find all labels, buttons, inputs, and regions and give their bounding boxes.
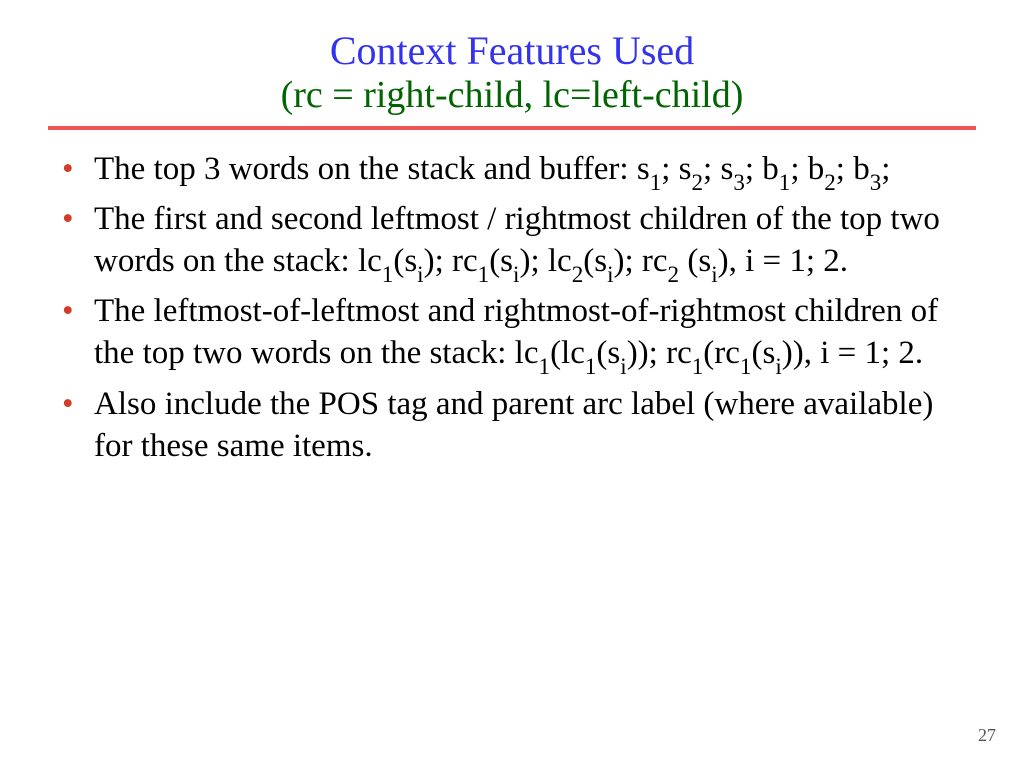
slide: Context Features Used (rc = right-child,… <box>0 0 1024 768</box>
divider <box>48 126 976 130</box>
bullet-list: The top 3 words on the stack and buffer:… <box>48 148 976 467</box>
title-block: Context Features Used (rc = right-child,… <box>48 28 976 118</box>
slide-title: Context Features Used <box>48 28 976 74</box>
slide-number: 27 <box>978 725 996 746</box>
list-item: The top 3 words on the stack and buffer:… <box>48 148 976 194</box>
list-item: Also include the POS tag and parent arc … <box>48 383 976 467</box>
list-item: The first and second leftmost / rightmos… <box>48 198 976 286</box>
list-item: The leftmost-of-leftmost and rightmost-o… <box>48 290 976 378</box>
slide-subtitle: (rc = right-child, lc=left-child) <box>48 74 976 118</box>
